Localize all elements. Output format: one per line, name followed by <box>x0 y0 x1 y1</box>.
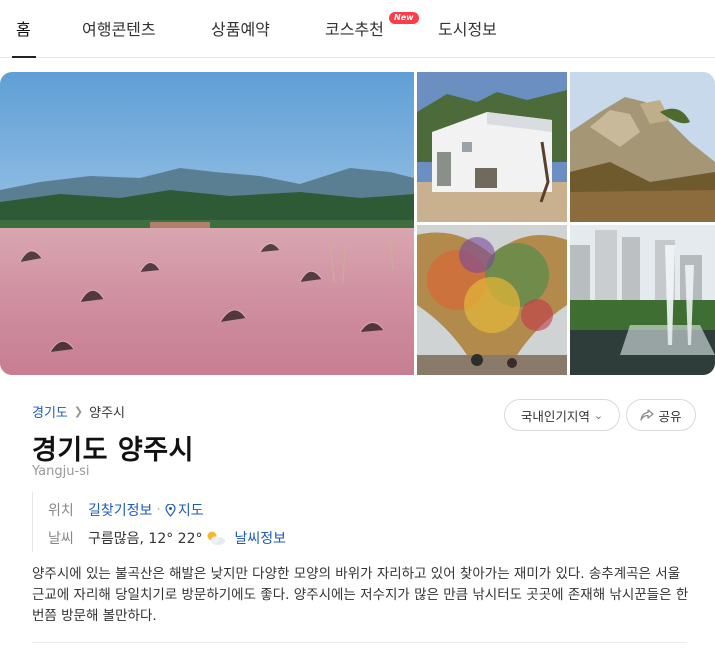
gallery-photo-main[interactable] <box>0 72 414 375</box>
breadcrumb: 경기도 ❯ 양주시 <box>32 402 125 421</box>
breadcrumb-current: 양주시 <box>89 406 125 421</box>
tab-travel-content[interactable]: 여행콘텐츠 <box>82 16 156 40</box>
tab-product-booking[interactable]: 상품예약 <box>211 16 270 40</box>
location-label: 위치 <box>48 503 74 519</box>
weather-row: 날씨 구름많음, 12° 22° 날씨정보 <box>48 528 286 548</box>
gallery-photo-fountain-park[interactable] <box>570 225 715 375</box>
tab-city-info[interactable]: 도시정보 <box>438 16 497 40</box>
page-subtitle: Yangju-si <box>32 464 90 479</box>
gallery-photo-woven-art[interactable] <box>417 225 567 375</box>
directions-link[interactable]: 길찾기정보 <box>88 500 152 520</box>
weather-label: 날씨 <box>48 531 74 547</box>
top-tab-bar: 홈 여행콘텐츠 상품예약 코스추천 New 도시정보 <box>0 0 715 58</box>
map-link[interactable]: 지도 <box>178 500 204 520</box>
map-pin-icon <box>165 503 176 517</box>
chevron-right-icon: ❯ <box>73 405 84 418</box>
weather-summary: 구름많음, 12° 22° <box>88 531 203 547</box>
location-row: 위치 길찾기정보 · 지도 <box>48 500 204 520</box>
new-badge: New <box>389 12 419 24</box>
page-title: 경기도 양주시 <box>32 435 194 466</box>
partly-cloudy-icon <box>207 531 225 545</box>
breadcrumb-parent[interactable]: 경기도 <box>32 402 68 421</box>
weather-info-link[interactable]: 날씨정보 <box>235 528 287 548</box>
gallery-photo-rocky-peak[interactable] <box>570 72 715 222</box>
tab-home[interactable]: 홈 <box>16 16 31 40</box>
separator-dot: · <box>156 502 161 518</box>
tab-course-recommend[interactable]: 코스추천 <box>325 16 384 40</box>
info-panel: 위치 길찾기정보 · 지도 날씨 구름많음, 12° 22° 날씨정보 <box>32 492 452 552</box>
photo-gallery <box>0 72 715 375</box>
active-tab-indicator <box>12 56 36 58</box>
section-divider <box>32 642 687 643</box>
gallery-photo-white-building[interactable] <box>417 72 567 222</box>
share-icon <box>640 409 655 421</box>
popular-region-label: 국내인기지역 <box>520 408 590 424</box>
share-button[interactable]: 공유 <box>626 399 696 431</box>
share-label: 공유 <box>658 408 682 424</box>
chevron-down-icon: ⌄ <box>593 408 604 422</box>
popular-region-button[interactable]: 국내인기지역 ⌄ <box>504 399 620 431</box>
city-description: 양주시에 있는 불곡산은 해발은 낮지만 다양한 모양의 바위가 자리하고 있어… <box>32 566 689 624</box>
